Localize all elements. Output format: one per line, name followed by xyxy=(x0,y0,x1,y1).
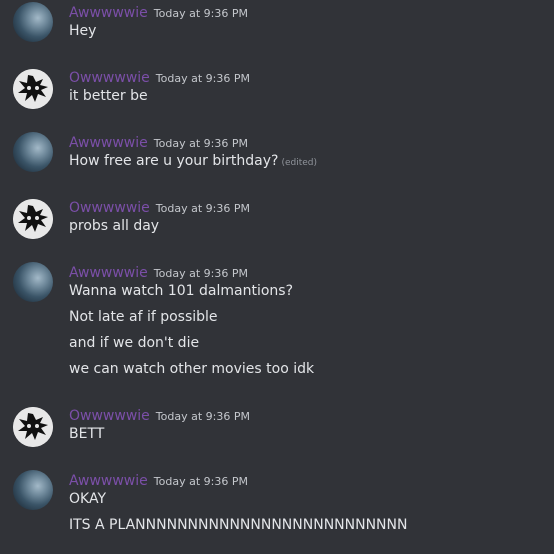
user-avatar[interactable] xyxy=(13,132,53,172)
user-avatar[interactable] xyxy=(13,69,53,109)
edited-label: (edited) xyxy=(281,158,318,168)
username[interactable]: Owwwwwie xyxy=(69,408,150,424)
username[interactable]: Awwwwwie xyxy=(69,265,148,281)
message-header: Awwwwwie Today at 9:36 PM xyxy=(69,2,248,22)
user-avatar[interactable] xyxy=(13,262,53,302)
message-header: Owwwwwie Today at 9:36 PM xyxy=(69,197,250,217)
message-text: Not late af if possible xyxy=(69,309,218,325)
user-avatar[interactable] xyxy=(13,2,53,42)
message-text: and if we don't die xyxy=(69,335,200,351)
user-avatar[interactable] xyxy=(13,470,53,510)
message-text: probs all day xyxy=(69,218,160,234)
message-header: Awwwwwie Today at 9:36 PM xyxy=(69,470,248,490)
message-text: Hey xyxy=(69,23,97,39)
user-avatar[interactable] xyxy=(13,199,53,239)
user-avatar[interactable] xyxy=(13,407,53,447)
username[interactable]: Owwwwwie xyxy=(69,70,150,86)
message-text: BETT xyxy=(69,426,105,442)
message-text: it better be xyxy=(69,88,148,104)
timestamp: Today at 9:36 PM xyxy=(153,7,248,20)
message-text: OKAY xyxy=(69,491,106,507)
message-text: How free are u your birthday? (edited) xyxy=(69,153,317,169)
message-text: ITS A PLANNNNNNNNNNNNNNNNNNNNNNNNNN xyxy=(69,517,408,533)
username[interactable]: Awwwwwie xyxy=(69,5,148,21)
timestamp: Today at 9:36 PM xyxy=(153,137,248,150)
timestamp: Today at 9:36 PM xyxy=(153,475,248,488)
message-text: we can watch other movies too idk xyxy=(69,361,315,377)
message-header: Awwwwwie Today at 9:36 PM xyxy=(69,132,248,152)
username[interactable]: Awwwwwie xyxy=(69,135,148,151)
message-text: Wanna watch 101 dalmantions? xyxy=(69,283,293,299)
message-text-content: How free are u your birthday? xyxy=(69,153,279,169)
timestamp: Today at 9:36 PM xyxy=(155,72,250,85)
timestamp: Today at 9:36 PM xyxy=(153,267,248,280)
black-cat-icon xyxy=(13,69,53,109)
message-header: Owwwwwie Today at 9:36 PM xyxy=(69,67,250,87)
black-cat-icon xyxy=(13,199,53,239)
black-cat-icon xyxy=(13,407,53,447)
message-header: Awwwwwie Today at 9:36 PM xyxy=(69,262,248,282)
timestamp: Today at 9:36 PM xyxy=(155,410,250,423)
message-header: Owwwwwie Today at 9:36 PM xyxy=(69,405,250,425)
timestamp: Today at 9:36 PM xyxy=(155,202,250,215)
username[interactable]: Awwwwwie xyxy=(69,473,148,489)
username[interactable]: Owwwwwie xyxy=(69,200,150,216)
